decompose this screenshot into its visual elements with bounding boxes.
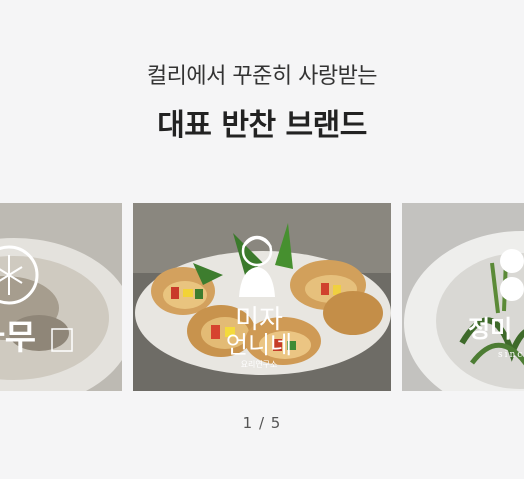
brand-slide-previous[interactable]: 나무 bbox=[0, 203, 122, 391]
brand-slide-previous-image: 나무 bbox=[0, 203, 122, 391]
brand-carousel[interactable]: 나무 bbox=[0, 203, 524, 391]
brand-logo-current-line2: 언니네 bbox=[226, 331, 292, 359]
carousel-pagination: 1 / 5 bbox=[242, 414, 282, 432]
brand-section: 컬리에서 꾸준히 사랑받는 대표 반찬 브랜드 나무 bbox=[0, 0, 524, 479]
brand-slide-next[interactable]: 정미 since bbox=[402, 203, 524, 391]
brand-slide-current-image: 미자 언니네 요리연구소 bbox=[133, 203, 391, 391]
section-title: 대표 반찬 브랜드 bbox=[157, 108, 367, 143]
brand-slide-next-image: 정미 since bbox=[402, 203, 524, 391]
brand-logo-current-caption: 요리연구소 bbox=[241, 360, 278, 369]
section-subtitle: 컬리에서 꾸준히 사랑받는 bbox=[146, 64, 378, 89]
brand-logo-previous: 나무 bbox=[0, 318, 36, 358]
brand-logo-next: 정미 bbox=[468, 315, 512, 343]
brand-slide-current[interactable]: 미자 언니네 요리연구소 bbox=[133, 203, 391, 391]
brand-logo-next-caption: since bbox=[498, 350, 524, 360]
